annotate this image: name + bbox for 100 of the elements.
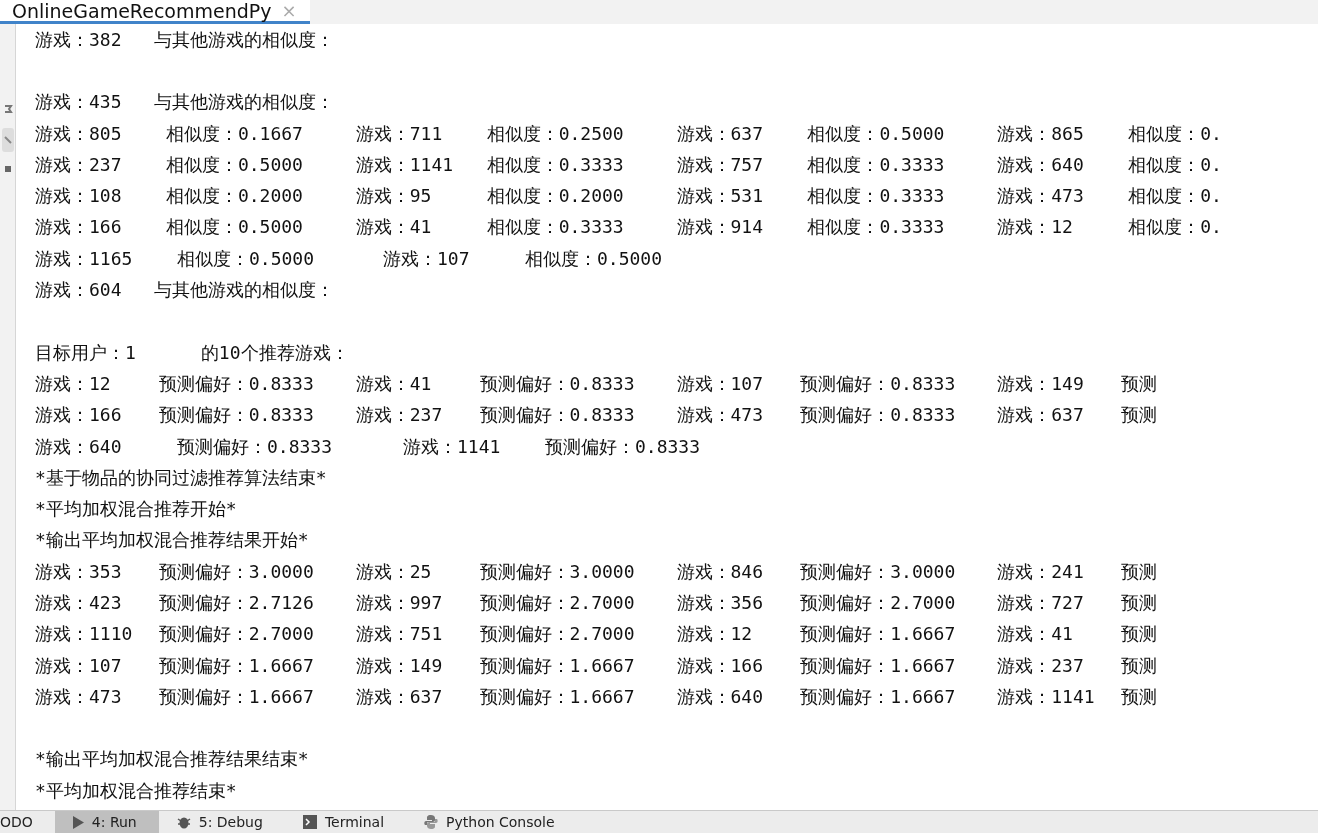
- game-label: 游戏：41: [997, 622, 1074, 647]
- console-text: *平均加权混合推荐开始*: [35, 497, 237, 522]
- terminal-icon: [302, 815, 317, 829]
- similarity-value: 相似度：0.5000: [177, 246, 316, 271]
- preference-value: 预测偏好：1.6667: [800, 653, 957, 678]
- game-label: 游戏：107: [676, 371, 764, 396]
- similarity-value: 相似度：0.2000: [486, 184, 625, 209]
- game-label: 游戏：805: [35, 121, 123, 146]
- game-label: 游戏：711: [355, 121, 444, 146]
- tool-window-tab[interactable]: Terminal: [284, 811, 407, 833]
- game-label: 游戏：356: [676, 591, 764, 615]
- game-label: 游戏：353: [35, 559, 123, 584]
- game-label: 游戏：423: [35, 591, 123, 615]
- python-icon: [424, 815, 439, 829]
- game-label: 游戏：640: [35, 434, 123, 459]
- game-label: 游戏：107: [35, 653, 123, 678]
- tool-window-tab[interactable]: 4: Run: [54, 811, 159, 833]
- game-label: 游戏：166: [35, 215, 123, 240]
- preference-value: 预测偏好：0.8333: [800, 403, 957, 428]
- game-label: 游戏：473: [676, 403, 764, 428]
- preference-value: 预测: [1121, 403, 1158, 428]
- game-label: 游戏：25: [355, 559, 433, 584]
- preference-value: 预测: [1121, 559, 1158, 584]
- preference-value: 预测偏好：2.7126: [158, 591, 315, 615]
- game-label: 游戏：41: [355, 215, 433, 240]
- preference-value: 预测: [1121, 371, 1158, 396]
- game-label: 游戏：41: [355, 371, 433, 396]
- game-label: 游戏：237: [997, 653, 1085, 678]
- game-label: 游戏：107: [383, 246, 471, 271]
- preference-value: 预测偏好：3.0000: [800, 559, 957, 584]
- similarity-value: 相似度：0.3333: [807, 152, 946, 177]
- similarity-value: 相似度：0.5000: [807, 121, 946, 146]
- game-label: 游戏：757: [676, 152, 764, 177]
- preference-value: 预测偏好：1.6667: [158, 684, 315, 709]
- similarity-value: 相似度：0.5000: [165, 215, 304, 240]
- game-label: 游戏：108: [35, 184, 123, 209]
- similarity-value: 相似度：0.5000: [165, 152, 304, 177]
- game-label: 游戏：640: [997, 152, 1085, 177]
- similarity-value: 相似度：0.: [1128, 184, 1223, 209]
- game-label: 游戏：149: [997, 371, 1085, 396]
- preference-value: 预测偏好：2.7000: [479, 591, 636, 615]
- similarity-value: 相似度：0.3333: [807, 184, 946, 209]
- console-text: 游戏：382 与其他游戏的相似度：: [35, 27, 335, 52]
- similarity-value: 相似度：0.3333: [486, 215, 625, 240]
- preference-value: 预测偏好：2.7000: [800, 591, 957, 615]
- game-label: 游戏：637: [355, 684, 444, 709]
- similarity-value: 相似度：0.3333: [807, 215, 946, 240]
- game-label: 游戏：166: [676, 653, 764, 678]
- preference-value: 预测偏好：3.0000: [479, 559, 636, 584]
- console-text: 游戏：604 与其他游戏的相似度：: [35, 278, 335, 302]
- console-text: *基于物品的协同过滤推荐算法结束*: [35, 465, 327, 490]
- game-label: 游戏：865: [997, 121, 1085, 146]
- editor-tab[interactable]: OnlineGameRecommendPy ×: [0, 0, 310, 24]
- preference-value: 预测偏好：0.8333: [479, 371, 636, 396]
- game-label: 游戏：1141: [355, 152, 455, 177]
- game-label: 游戏：1165: [35, 246, 134, 271]
- preference-value: 预测偏好：0.8333: [800, 371, 957, 396]
- game-label: 游戏：12: [35, 371, 112, 396]
- similarity-value: 相似度：0.: [1128, 215, 1223, 240]
- game-label: 游戏：166: [35, 403, 123, 428]
- similarity-value: 相似度：0.2500: [486, 121, 625, 146]
- preference-value: 预测: [1121, 622, 1158, 647]
- game-label: 游戏：473: [35, 684, 123, 709]
- game-label: 游戏：637: [997, 403, 1085, 428]
- preference-value: 预测偏好：0.8333: [545, 434, 702, 459]
- console-text: 目标用户：1 的10个推荐游戏：: [35, 340, 349, 365]
- console-text: *输出平均加权混合推荐结果开始*: [35, 528, 309, 553]
- preference-value: 预测: [1121, 653, 1158, 678]
- console-text: *平均加权混合推荐结束*: [35, 778, 237, 803]
- preference-value: 预测偏好：1.6667: [800, 684, 957, 709]
- game-label: 游戏：997: [355, 591, 444, 615]
- preference-value: 预测: [1121, 684, 1158, 709]
- game-label: 游戏：95: [355, 184, 433, 209]
- similarity-value: 相似度：0.: [1128, 121, 1223, 146]
- bug-icon: [176, 815, 191, 829]
- tool-window-tab[interactable]: 5: Debug: [158, 811, 285, 833]
- game-label: 游戏：1110: [35, 622, 134, 647]
- tool-window-tab[interactable]: ODO: [0, 811, 55, 833]
- game-label: 游戏：1141: [403, 434, 502, 459]
- game-label: 游戏：237: [35, 152, 123, 177]
- preference-value: 预测偏好：3.0000: [158, 559, 315, 584]
- similarity-value: 相似度：0.1667: [165, 121, 304, 146]
- preference-value: 预测偏好：1.6667: [158, 653, 315, 678]
- preference-value: 预测偏好：2.7000: [479, 622, 636, 647]
- similarity-value: 相似度：0.2000: [165, 184, 304, 209]
- play-icon: [72, 815, 84, 829]
- tool-window-tab[interactable]: Python Console: [406, 811, 577, 833]
- preference-value: 预测: [1121, 591, 1158, 615]
- game-label: 游戏：727: [997, 591, 1085, 615]
- preference-value: 预测偏好：1.6667: [479, 653, 636, 678]
- game-label: 游戏：241: [997, 559, 1085, 584]
- game-label: 游戏：1141: [997, 684, 1096, 709]
- game-label: 游戏：640: [676, 684, 764, 709]
- console-text: 游戏：435 与其他游戏的相似度：: [35, 90, 335, 115]
- game-label: 游戏：237: [355, 403, 444, 428]
- game-label: 游戏：914: [676, 215, 764, 240]
- game-label: 游戏：531: [676, 184, 764, 209]
- game-label: 游戏：846: [676, 559, 764, 584]
- console-text: *输出平均加权混合推荐结果结束*: [35, 747, 309, 772]
- game-label: 游戏：751: [355, 622, 444, 647]
